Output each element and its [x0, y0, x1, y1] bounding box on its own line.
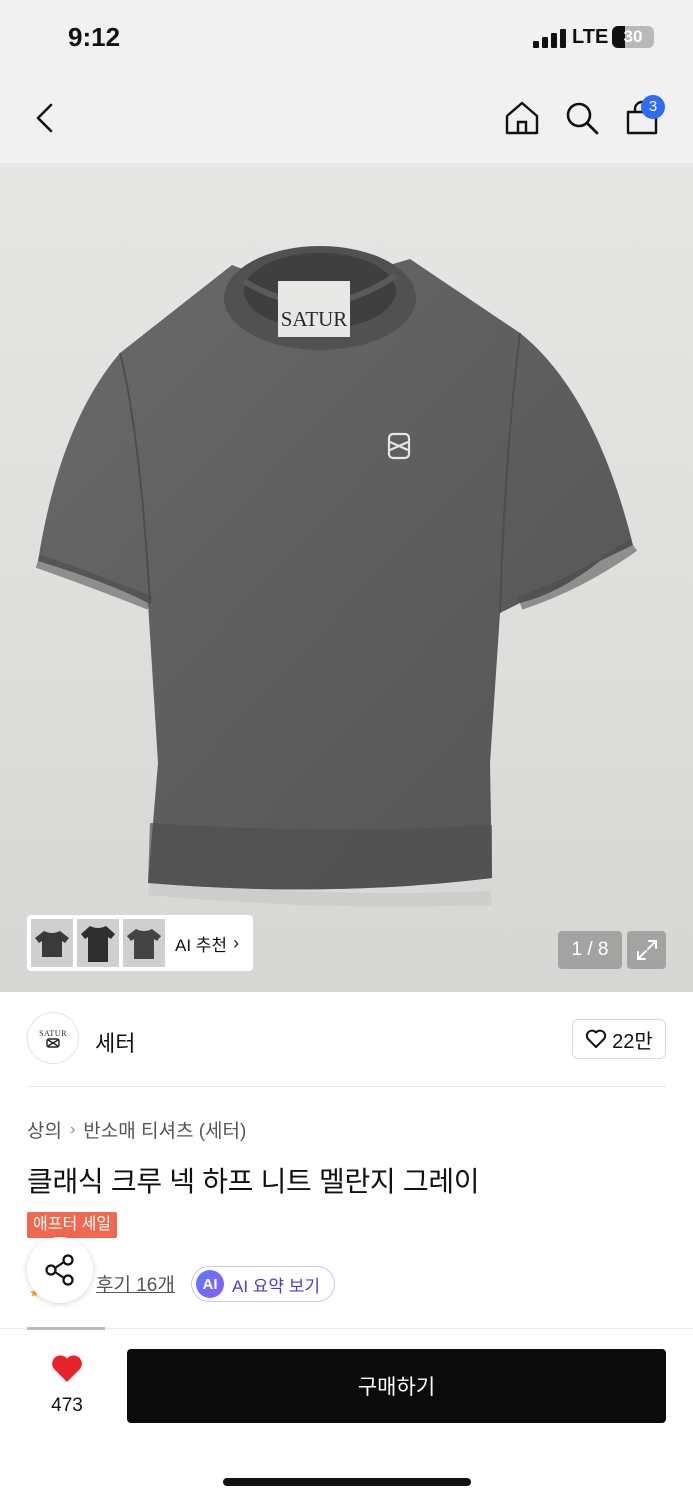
- image-counter: 1 / 8: [558, 931, 622, 969]
- product-title: 클래식 크루 넥 하프 니트 멜란지 그레이: [27, 1166, 480, 1197]
- search-icon: [566, 102, 599, 135]
- signal-icon: [533, 28, 567, 48]
- heart-outline-icon: [586, 1029, 607, 1048]
- share-button[interactable]: [27, 1237, 93, 1303]
- ai-recommend-link[interactable]: AI 추천 ›: [175, 931, 239, 956]
- breadcrumb-item[interactable]: 상의: [27, 1116, 62, 1143]
- bottom-action-bar: 473 구매하기: [0, 1330, 693, 1500]
- battery-level: 30: [623, 27, 643, 46]
- chevron-left-icon: [36, 103, 53, 133]
- neck-label-text: SATUR: [281, 307, 348, 331]
- recommend-thumb[interactable]: [123, 919, 165, 967]
- brand-name[interactable]: 세터: [95, 1026, 135, 1058]
- product-image-gallery[interactable]: SATUR AI 추천 › 1 / 8: [0, 163, 693, 992]
- home-icon: [505, 101, 539, 135]
- heart-filled-icon: [52, 1355, 82, 1382]
- brand-logo[interactable]: SATUR: [27, 1012, 79, 1064]
- top-nav: [0, 78, 693, 163]
- expand-button[interactable]: [627, 931, 666, 969]
- divider: [27, 1086, 666, 1087]
- ai-recommend-label: AI 추천: [175, 935, 228, 955]
- home-button[interactable]: [498, 94, 546, 142]
- brand-like-count: 22만: [612, 1030, 653, 1053]
- status-time: 9:12: [68, 22, 121, 52]
- buy-button[interactable]: 구매하기: [127, 1349, 666, 1423]
- breadcrumb-item[interactable]: 반소매 티셔츠 (세터): [83, 1116, 246, 1143]
- ai-summary-button[interactable]: AI AI 요약 보기: [191, 1266, 336, 1302]
- status-bar: 9:12 LTE 30: [0, 0, 693, 78]
- wish-count: 473: [51, 1395, 83, 1416]
- battery-icon: 30: [612, 26, 654, 48]
- cart-count-badge: 3: [641, 95, 665, 119]
- expand-icon: [636, 940, 657, 960]
- home-indicator: [223, 1478, 471, 1486]
- review-link[interactable]: 후기 16개: [96, 1270, 175, 1297]
- brand-row: SATUR 세터 22만: [0, 992, 693, 1087]
- wish-button[interactable]: 473: [40, 1354, 94, 1417]
- chevron-right-icon: ›: [233, 932, 240, 953]
- breadcrumb: 상의 › 반소매 티셔츠 (세터): [27, 1116, 246, 1143]
- back-button[interactable]: [22, 94, 70, 142]
- ai-icon: AI: [196, 1270, 224, 1298]
- chevron-right-icon: ›: [69, 1120, 76, 1138]
- recommend-thumb[interactable]: [31, 919, 73, 967]
- recommend-thumb[interactable]: [77, 919, 119, 967]
- network-label: LTE: [572, 26, 609, 48]
- ai-recommend-strip[interactable]: AI 추천 ›: [27, 915, 253, 971]
- brand-like-button[interactable]: 22만: [572, 1019, 666, 1059]
- share-icon: [45, 1254, 74, 1286]
- product-image: SATUR: [35, 246, 638, 907]
- sale-badge: 애프터 세일: [27, 1212, 118, 1238]
- ai-summary-label: AI 요약 보기: [232, 1276, 321, 1296]
- brand-logo-text: SATUR: [39, 1028, 67, 1038]
- search-button[interactable]: [558, 94, 606, 142]
